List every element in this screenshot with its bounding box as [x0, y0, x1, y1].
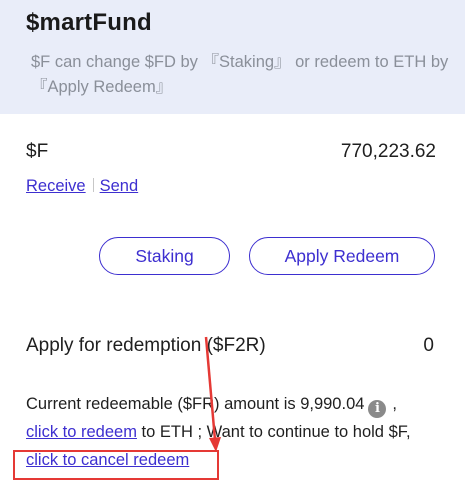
info-comma: ,: [392, 395, 398, 413]
smartfund-page: $martFund $F can change $FD by 『Staking』…: [0, 0, 465, 498]
token-links: Receive Send: [26, 177, 138, 196]
apply-redeem-button[interactable]: Apply Redeem: [249, 237, 435, 275]
header-description: $F can change $FD by 『Staking』 or redeem…: [31, 53, 449, 96]
click-to-cancel-redeem-link[interactable]: click to cancel redeem: [26, 451, 189, 469]
token-balance-row: $F 770,223.62: [26, 141, 436, 167]
redeem-info: Current redeemable ($FR) amount is 9,990…: [26, 390, 456, 474]
redemption-label: Apply for redemption ($F2R): [26, 335, 266, 356]
staking-button[interactable]: Staking: [99, 237, 230, 275]
token-symbol: $F: [26, 141, 49, 162]
redeemable-amount-text: Current redeemable ($FR) amount is 9,990…: [26, 395, 365, 413]
token-balance: 770,223.62: [340, 141, 436, 162]
send-link[interactable]: Send: [100, 177, 139, 195]
link-divider: [92, 178, 94, 192]
app-title: $martFund: [26, 9, 152, 36]
info-icon[interactable]: i: [368, 400, 387, 418]
redemption-value: 0: [423, 335, 434, 356]
to-eth-text: to ETH ; Want to continue to hold $F,: [136, 423, 411, 441]
click-to-redeem-link[interactable]: click to redeem: [26, 423, 137, 441]
header: $martFund $F can change $FD by 『Staking』…: [0, 0, 465, 114]
receive-link[interactable]: Receive: [26, 177, 86, 195]
